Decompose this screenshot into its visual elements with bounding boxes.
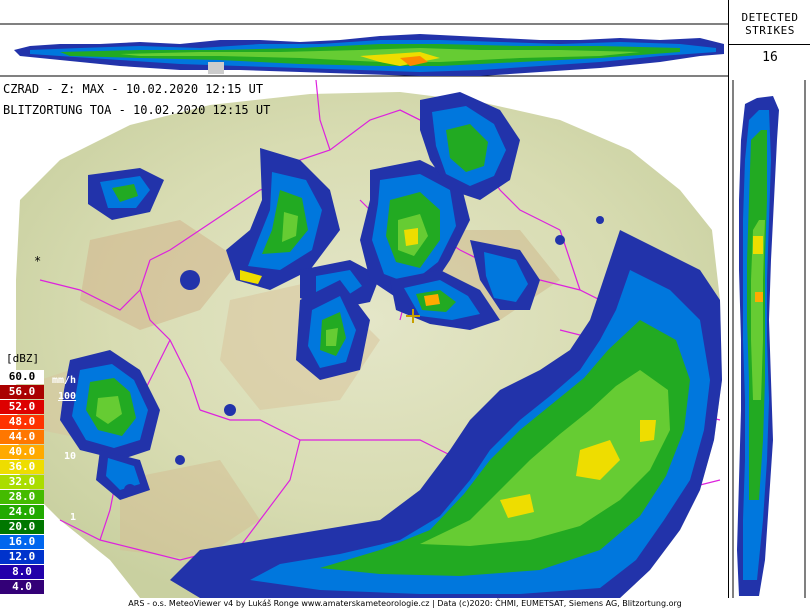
top-cross-section-graphic	[0, 23, 728, 77]
legend-level-56-0: 56.0	[0, 385, 44, 399]
strikes-label-line2: STRIKES	[745, 24, 795, 37]
legend-rate-100: 100	[58, 391, 77, 402]
detected-strikes-panel: DETECTED STRIKES 16	[728, 0, 810, 81]
legend-level-60-0: 60.0	[0, 370, 44, 384]
legend-level-8-0: 8.0	[0, 565, 44, 579]
radar-map-graphic	[16, 79, 722, 599]
legend-level-12-0: 12.0	[0, 550, 44, 564]
right-cross-section-graphic	[732, 80, 806, 598]
strikes-label: DETECTED STRIKES	[729, 11, 810, 37]
legend-level-28-0: 28.0	[0, 490, 44, 504]
legend-rate-unit: mm/h	[52, 375, 77, 386]
radar-header-line1: CZRAD - Z: MAX - 10.02.2020 12:15 UT	[3, 82, 264, 96]
legend-level-32-0: 32.0	[0, 475, 44, 489]
legend-level-48-0: 48.0	[0, 415, 44, 429]
footer-credits: ARS - o.s. MeteoViewer v4 by Lukáš Ronge…	[128, 599, 682, 608]
legend-rate-10: 10	[64, 451, 77, 462]
radar-map: *	[0, 79, 728, 599]
legend-level-36-0: 36.0	[0, 460, 44, 474]
legend-level-16-0: 16.0	[0, 535, 44, 549]
strikes-divider	[729, 44, 810, 45]
legend-rate-1: 1	[70, 512, 77, 523]
strikes-label-line1: DETECTED	[741, 11, 799, 24]
radar-frame: DETECTED STRIKES 16 * CZRAD - Z: MAX - 1…	[0, 0, 810, 610]
legend-level-20-0: 20.0	[0, 520, 44, 534]
top-cross-section	[0, 0, 728, 81]
legend-level-24-0: 24.0	[0, 505, 44, 519]
legend-level-44-0: 44.0	[0, 430, 44, 444]
legend-unit: [dBZ]	[6, 352, 40, 365]
lightning-strike-marker	[406, 309, 420, 323]
legend-level-52-0: 52.0	[0, 400, 44, 414]
strikes-count: 16	[762, 50, 778, 65]
radar-header-line2: BLITZORTUNG TOA - 10.02.2020 12:15 UT	[3, 103, 271, 117]
right-cross-section	[728, 80, 810, 598]
legend-rate-0-1: 0.1	[60, 571, 79, 582]
legend-level-40-0: 40.0	[0, 445, 44, 459]
radar-site-marker: *	[34, 254, 42, 268]
legend-level-4-0: 4.0	[0, 580, 44, 594]
